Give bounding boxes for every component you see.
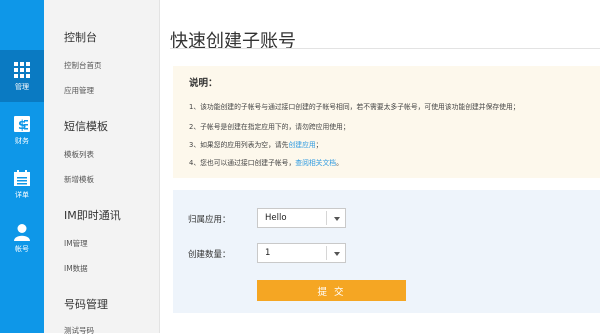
calendar-list-icon — [14, 169, 30, 186]
sidebar-section-title: 号码管理 — [64, 298, 108, 311]
rail-item-label: 财务 — [15, 136, 29, 145]
notice-line: 1、该功能创建的子帐号与通过接口创建的子帐号相同，若不需要太多子帐号，可使用该功… — [189, 103, 520, 111]
sidebar-link-app-management[interactable]: 应用管理 — [64, 85, 94, 96]
create-app-link[interactable]: 创建应用 — [288, 141, 315, 149]
notice-heading: 说明： — [189, 78, 218, 89]
count-select-value: 1 — [265, 248, 271, 258]
notice-line: 3、如果您的应用列表为空，请先创建应用； — [189, 139, 322, 149]
page-title: 快速创建子账号 — [170, 31, 296, 52]
sidebar-section-title: 短信模板 — [64, 120, 108, 133]
sidebar-section-title: IM即时通讯 — [64, 209, 121, 222]
docs-link[interactable]: 查阅相关文档 — [295, 159, 336, 167]
submit-button[interactable]: 提 交 — [257, 280, 406, 301]
chevron-down-icon — [334, 217, 340, 221]
sidebar-link-test-numbers[interactable]: 测试号码 — [64, 325, 94, 336]
title-divider — [170, 48, 600, 49]
rail-item-account[interactable]: 帐号 — [0, 212, 44, 264]
dollar-icon: $ — [14, 115, 30, 132]
select-divider — [326, 211, 327, 225]
grid-icon — [14, 61, 30, 78]
notice-line: 2、子帐号是创建在指定应用下的，请勿跨应用使用； — [189, 123, 350, 131]
count-label: 创建数量： — [188, 250, 231, 260]
notice-text: 4、您也可以通过接口创建子帐号， — [189, 159, 296, 167]
secondary-sidebar: 控制台 控制台首页 应用管理 短信模板 模板列表 新增模板 IM即时通讯 IM管… — [44, 0, 160, 336]
notice-text: ； — [315, 141, 323, 149]
rail-item-label: 管理 — [15, 82, 29, 91]
sidebar-link-im-management[interactable]: IM管理 — [64, 238, 88, 249]
count-select[interactable]: 1 — [257, 243, 346, 263]
notice-line: 4、您也可以通过接口创建子帐号，查阅相关文档。 — [189, 157, 343, 167]
user-icon — [14, 223, 30, 241]
sidebar-link-console-home[interactable]: 控制台首页 — [64, 60, 102, 71]
icon-rail: 管理 $ 财务 详单 帐号 — [0, 0, 44, 333]
create-form: 归属应用： Hello 创建数量： 1 提 交 — [173, 190, 600, 313]
app-label: 归属应用： — [188, 215, 231, 225]
rail-item-manage[interactable]: 管理 — [0, 50, 44, 102]
select-divider — [326, 246, 327, 260]
notice-text: 。 — [336, 159, 343, 167]
sidebar-section-title: 控制台 — [64, 31, 97, 44]
rail-item-details[interactable]: 详单 — [0, 158, 44, 210]
sidebar-link-new-template[interactable]: 新增模板 — [64, 174, 94, 185]
sidebar-link-template-list[interactable]: 模板列表 — [64, 149, 94, 160]
notice-box: 说明： 1、该功能创建的子帐号与通过接口创建的子帐号相同，若不需要太多子帐号，可… — [173, 66, 600, 178]
rail-item-label: 详单 — [15, 190, 29, 199]
chevron-down-icon — [334, 252, 340, 256]
sidebar-link-im-data[interactable]: IM数据 — [64, 263, 88, 274]
app-select[interactable]: Hello — [257, 208, 346, 228]
rail-item-finance[interactable]: $ 财务 — [0, 104, 44, 156]
rail-item-label: 帐号 — [15, 244, 29, 253]
app-select-value: Hello — [265, 213, 287, 223]
notice-text: 3、如果您的应用列表为空，请先 — [189, 141, 289, 149]
